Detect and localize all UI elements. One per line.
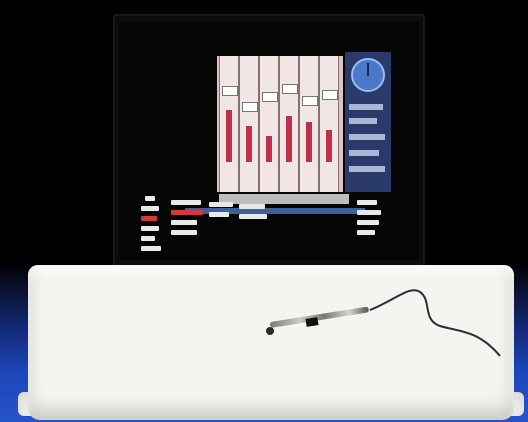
pen-tip — [266, 327, 274, 335]
product-photo — [0, 0, 528, 422]
pen-cable — [369, 289, 501, 357]
